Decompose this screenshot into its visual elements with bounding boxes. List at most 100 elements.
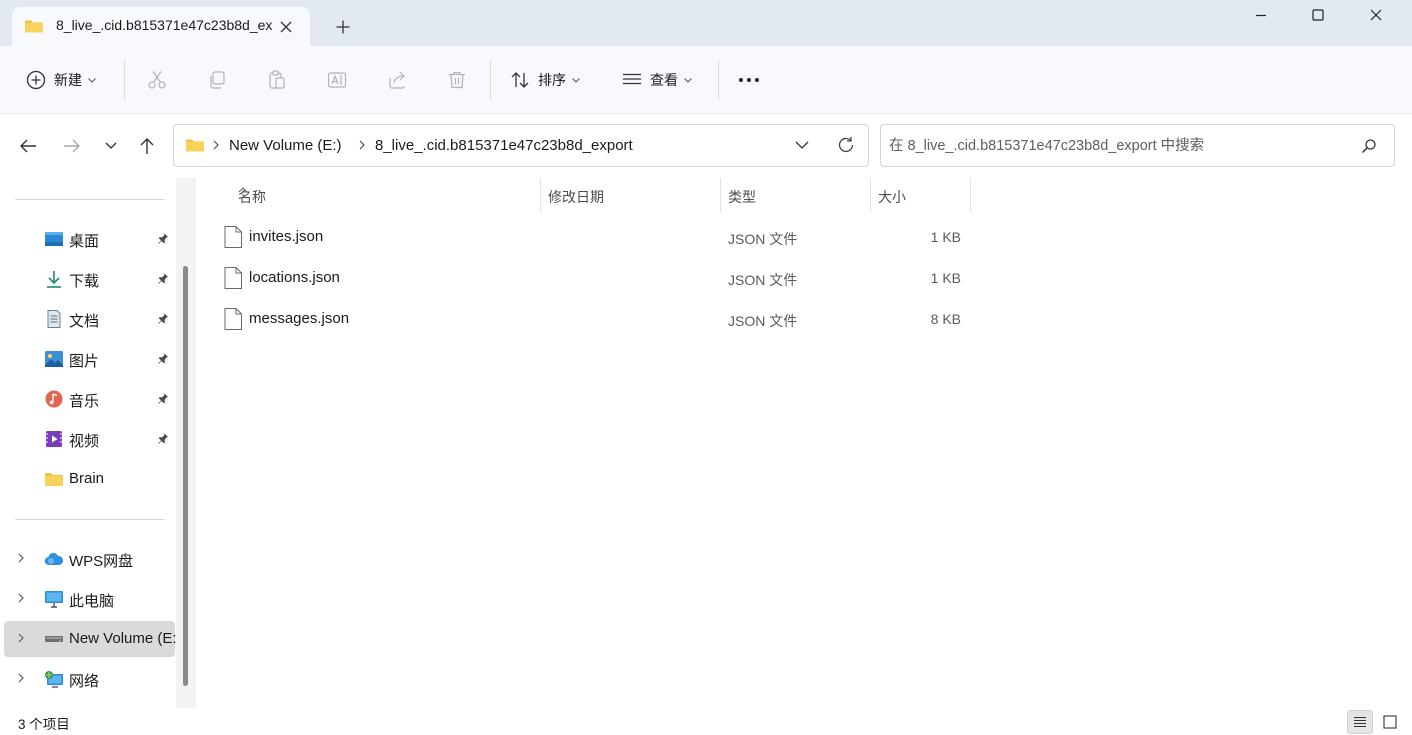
- pictures-icon: [44, 350, 64, 368]
- pin-icon[interactable]: [157, 312, 169, 324]
- chevron-right-icon: [359, 140, 365, 150]
- forward-icon[interactable]: [58, 132, 86, 160]
- sidebar-item-wps-drive[interactable]: WPS网盘: [4, 541, 175, 577]
- sort-icon: [510, 70, 530, 90]
- navigation-pane: 桌面 下载 文档 图片 音乐 视频 Brain WPS网盘 此电脑 New Vo…: [0, 178, 196, 708]
- column-header-type[interactable]: 类型: [720, 178, 870, 212]
- chevron-right-icon[interactable]: [18, 673, 24, 683]
- column-header-label: 大小: [878, 189, 906, 205]
- sidebar-item-music[interactable]: 音乐: [4, 381, 175, 417]
- videos-icon: [44, 430, 64, 448]
- column-header-name[interactable]: 名称: [230, 178, 540, 212]
- file-row[interactable]: messages.json JSON 文件 8 KB: [224, 301, 970, 337]
- column-header-modified[interactable]: 修改日期: [540, 178, 720, 212]
- folder-tab[interactable]: 8_live_.cid.b815371e47c23b8d_export: [12, 7, 310, 46]
- breadcrumb-folder[interactable]: 8_live_.cid.b815371e47c23b8d_export: [375, 137, 633, 154]
- back-icon[interactable]: [14, 132, 42, 160]
- refresh-icon[interactable]: [837, 136, 855, 154]
- view-button-label: 查看: [650, 72, 678, 88]
- sidebar-scrollbar[interactable]: [176, 178, 196, 708]
- file-type: JSON 文件: [728, 272, 798, 288]
- chevron-right-icon[interactable]: [18, 633, 24, 643]
- title-bar: 8_live_.cid.b815371e47c23b8d_export: [0, 0, 1412, 46]
- sort-button[interactable]: 排序: [510, 66, 580, 94]
- copy-button[interactable]: [205, 66, 229, 94]
- column-divider[interactable]: [970, 178, 971, 212]
- documents-icon: [44, 310, 64, 328]
- column-header-label: 类型: [728, 189, 756, 205]
- sidebar-scrollbar-thumb[interactable]: [183, 266, 188, 686]
- file-type: JSON 文件: [728, 231, 798, 247]
- recent-locations-icon[interactable]: [97, 132, 125, 160]
- rename-button[interactable]: [325, 66, 349, 94]
- sidebar-item-label: 此电脑: [69, 593, 115, 610]
- more-options-button[interactable]: [738, 66, 760, 94]
- chevron-down-icon: [684, 77, 692, 83]
- sort-ascending-icon: [238, 187, 248, 193]
- address-bar[interactable]: New Volume (E:) 8_live_.cid.b815371e47c2…: [173, 124, 869, 167]
- up-icon[interactable]: [133, 132, 161, 160]
- sidebar-item-desktop[interactable]: 桌面: [4, 221, 175, 257]
- file-row[interactable]: invites.json JSON 文件 1 KB: [224, 219, 970, 255]
- pin-icon[interactable]: [157, 232, 169, 244]
- details-view-icon[interactable]: [1347, 710, 1373, 734]
- new-tab-icon[interactable]: [331, 15, 355, 39]
- sidebar-item-brain[interactable]: Brain: [4, 461, 175, 497]
- file-row[interactable]: locations.json JSON 文件 1 KB: [224, 260, 970, 296]
- sidebar-item-pictures[interactable]: 图片: [4, 341, 175, 377]
- sidebar-item-label: WPS网盘: [69, 553, 134, 570]
- copy-icon: [207, 70, 227, 90]
- column-header-size[interactable]: 大小: [870, 178, 970, 212]
- breadcrumb-drive[interactable]: New Volume (E:): [229, 137, 342, 154]
- folder-icon: [44, 470, 64, 488]
- search-icon[interactable]: [1361, 138, 1377, 154]
- tab-title: 8_live_.cid.b815371e47c23b8d_export: [56, 17, 272, 33]
- pin-icon[interactable]: [157, 352, 169, 364]
- paste-button[interactable]: [265, 66, 289, 94]
- sidebar-item-this-pc[interactable]: 此电脑: [4, 581, 175, 617]
- file-size: 1 KB: [930, 270, 961, 286]
- search-input[interactable]: [889, 135, 1349, 157]
- new-button-label: 新建: [54, 72, 82, 88]
- sort-button-label: 排序: [538, 72, 566, 88]
- music-icon: [44, 390, 64, 408]
- file-size: 1 KB: [930, 229, 961, 245]
- drive-icon: [44, 630, 64, 648]
- folder-icon: [185, 137, 205, 153]
- view-button[interactable]: 查看: [622, 66, 692, 94]
- delete-icon: [447, 70, 467, 90]
- close-tab-icon[interactable]: [275, 16, 297, 38]
- column-header-label: 修改日期: [548, 189, 604, 205]
- chevron-right-icon[interactable]: [18, 553, 24, 563]
- file-icon: [224, 267, 242, 289]
- chevron-right-icon[interactable]: [18, 593, 24, 603]
- folder-icon: [24, 18, 44, 34]
- sidebar-item-documents[interactable]: 文档: [4, 301, 175, 337]
- cut-button[interactable]: [145, 66, 169, 94]
- delete-button[interactable]: [445, 66, 469, 94]
- tiles-view-icon[interactable]: [1377, 710, 1403, 734]
- toolbar-divider: [718, 60, 719, 100]
- sidebar-item-label: Brain: [69, 470, 105, 487]
- pin-icon[interactable]: [157, 272, 169, 284]
- sidebar-item-videos[interactable]: 视频: [4, 421, 175, 457]
- minimize-icon[interactable]: [1238, 0, 1284, 30]
- file-type: JSON 文件: [728, 313, 798, 329]
- sidebar-item-new-volume[interactable]: New Volume (E:): [4, 621, 179, 657]
- new-button[interactable]: 新建: [26, 66, 96, 94]
- pin-icon[interactable]: [157, 392, 169, 404]
- file-name: messages.json: [249, 310, 350, 327]
- sidebar-item-downloads[interactable]: 下载: [4, 261, 175, 297]
- file-icon: [224, 308, 242, 330]
- sidebar-item-network[interactable]: 网络: [4, 661, 175, 697]
- maximize-icon[interactable]: [1295, 0, 1341, 30]
- address-history-chevron-icon[interactable]: [795, 141, 809, 149]
- pin-icon[interactable]: [157, 432, 169, 444]
- navigation-bar: New Volume (E:) 8_live_.cid.b815371e47c2…: [0, 114, 1412, 178]
- close-window-icon[interactable]: [1353, 0, 1399, 30]
- search-box[interactable]: [880, 124, 1395, 167]
- command-bar: 新建 排序 查看: [0, 46, 1412, 114]
- file-size: 8 KB: [930, 311, 961, 327]
- toolbar-divider: [490, 60, 491, 100]
- share-button[interactable]: [385, 66, 409, 94]
